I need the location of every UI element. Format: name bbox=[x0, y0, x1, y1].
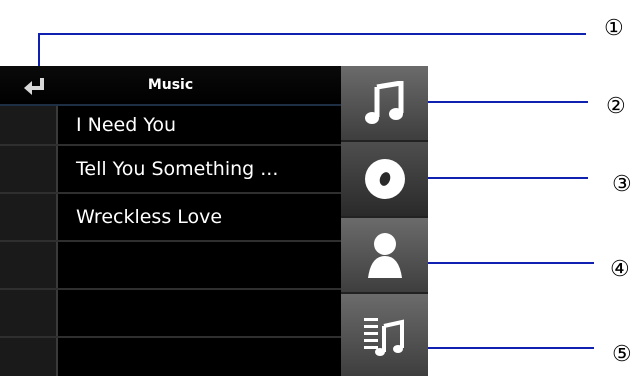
music-screen: Music I Need You Tell You Something ... … bbox=[0, 66, 428, 376]
page-title: Music bbox=[147, 77, 194, 93]
callout-1: ① bbox=[604, 16, 624, 41]
list-item-index-cell bbox=[0, 338, 58, 376]
callout-3: ③ bbox=[612, 172, 632, 197]
list-item-index-cell bbox=[0, 194, 58, 240]
song-title: Wreckless Love bbox=[76, 206, 223, 228]
tab-songs[interactable] bbox=[341, 66, 428, 142]
callout-line-3 bbox=[428, 177, 588, 179]
list-item[interactable]: I Need You bbox=[0, 106, 341, 146]
callout-line-2 bbox=[428, 101, 588, 103]
list-item[interactable]: Wreckless Love bbox=[0, 194, 341, 242]
callout-4: ④ bbox=[610, 257, 630, 282]
category-sidebar bbox=[341, 66, 428, 376]
list-item-index-cell bbox=[0, 290, 58, 336]
header-bar: Music bbox=[0, 66, 341, 106]
tab-artists[interactable] bbox=[341, 218, 428, 294]
list-item[interactable] bbox=[0, 242, 341, 290]
list-item[interactable] bbox=[0, 338, 341, 376]
disc-icon bbox=[364, 159, 405, 199]
callout-5: ⑤ bbox=[612, 342, 632, 367]
list-item-index-cell bbox=[0, 106, 58, 144]
song-list: I Need You Tell You Something ... Wreckl… bbox=[0, 106, 341, 376]
music-note-icon bbox=[364, 81, 403, 124]
list-item-index-cell bbox=[0, 146, 58, 192]
tab-playlists[interactable] bbox=[341, 294, 428, 376]
artist-icon bbox=[367, 233, 402, 278]
list-item[interactable] bbox=[0, 290, 341, 338]
callout-line-4 bbox=[428, 262, 594, 264]
tab-albums[interactable] bbox=[341, 142, 428, 218]
callout-line-5 bbox=[428, 347, 594, 349]
song-title: Tell You Something ... bbox=[76, 158, 279, 180]
callout-2: ② bbox=[606, 94, 626, 119]
playlist-icon bbox=[363, 318, 404, 356]
list-item-index-cell bbox=[0, 242, 58, 288]
song-title: I Need You bbox=[76, 114, 177, 136]
list-item[interactable]: Tell You Something ... bbox=[0, 146, 341, 194]
callout-line-1 bbox=[38, 33, 586, 35]
